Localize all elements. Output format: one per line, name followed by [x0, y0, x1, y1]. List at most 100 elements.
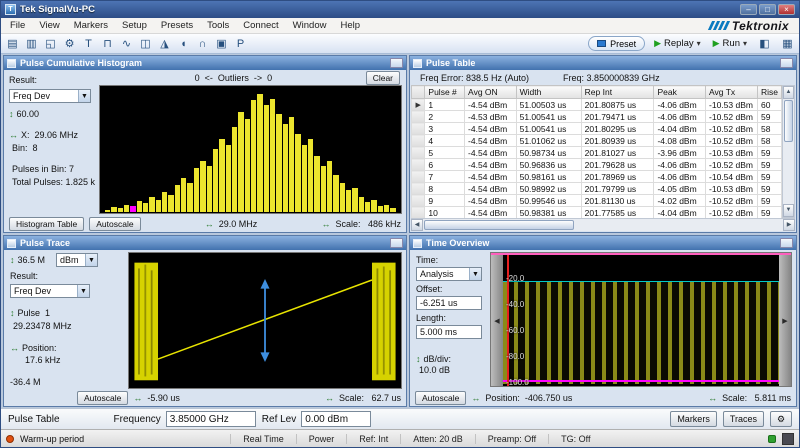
- offset-input[interactable]: -6.251 us: [416, 296, 482, 310]
- length-input[interactable]: 5.000 ms: [416, 325, 482, 339]
- menu-item-file[interactable]: File: [3, 20, 32, 31]
- replay-button[interactable]: ▶ Replay ▾: [651, 38, 704, 49]
- table-row[interactable]: 7-4.54 dBm50.98161 us201.78969 us-4.06 d…: [412, 171, 782, 183]
- trace-y-min-value[interactable]: -36.4 M: [10, 377, 125, 387]
- chevron-down-icon[interactable]: ▼: [78, 90, 90, 102]
- pan-handle-right[interactable]: ▶: [779, 255, 791, 386]
- histogram-plot[interactable]: [99, 85, 402, 214]
- table-row[interactable]: 5-4.54 dBm50.98734 us201.81027 us-3.96 d…: [412, 147, 782, 159]
- audio-icon[interactable]: ∩: [194, 36, 211, 52]
- open-icon[interactable]: ▤: [4, 36, 21, 52]
- histogram-table-button[interactable]: Histogram Table: [9, 217, 84, 231]
- waveform-icon[interactable]: ∿: [118, 36, 135, 52]
- vertical-scroll-track[interactable]: [783, 99, 794, 204]
- table-row[interactable]: 6-4.54 dBm50.96836 us201.79628 us-4.06 d…: [412, 159, 782, 171]
- title-bar[interactable]: T Tek SignalVu-PC – □ ×: [1, 1, 799, 18]
- save-icon[interactable]: ▥: [23, 36, 40, 52]
- time-overview-plot[interactable]: ◀ ▶ -20.0-40.0-60.0-80.0-100.0: [490, 252, 792, 387]
- pulse-selector[interactable]: ↕ Pulse 1: [10, 308, 125, 318]
- row-selector[interactable]: [412, 111, 425, 123]
- settings-gear-icon[interactable]: ⚙: [61, 36, 78, 52]
- trace-result-select[interactable]: Freq Dev ▼: [10, 284, 90, 298]
- time-select[interactable]: Analysis ▼: [416, 267, 482, 281]
- scroll-down-icon[interactable]: ▼: [783, 204, 794, 217]
- display-icon[interactable]: ◱: [42, 36, 59, 52]
- menu-item-setup[interactable]: Setup: [115, 20, 154, 31]
- minimize-button[interactable]: –: [740, 4, 757, 15]
- menu-item-tools[interactable]: Tools: [200, 20, 236, 31]
- table-row[interactable]: 8-4.54 dBm50.98992 us201.79799 us-4.05 d…: [412, 183, 782, 195]
- scroll-right-icon[interactable]: ▶: [783, 219, 795, 231]
- chevron-down-icon[interactable]: ▼: [469, 268, 481, 280]
- run-button[interactable]: ▶ Run ▾: [710, 38, 750, 49]
- row-selector[interactable]: [412, 207, 425, 219]
- horizontal-scroll-thumb[interactable]: [424, 220, 574, 230]
- histogram-minimize-button[interactable]: [390, 58, 403, 68]
- histogram-autoscale-button[interactable]: Autoscale: [89, 217, 140, 231]
- speaker-icon[interactable]: ◖: [175, 36, 192, 52]
- pulse-trace-plot[interactable]: [128, 252, 402, 389]
- menu-item-help[interactable]: Help: [333, 20, 367, 31]
- column-header-rep-int[interactable]: Rep Int: [581, 86, 654, 99]
- scroll-up-icon[interactable]: ▲: [783, 86, 794, 99]
- chevron-down-icon[interactable]: ▼: [85, 254, 97, 266]
- window-grid-icon[interactable]: ▦: [779, 36, 796, 52]
- table-row[interactable]: 10-4.54 dBm50.98381 us201.77585 us-4.04 …: [412, 207, 782, 219]
- ref-level-input[interactable]: 0.00 dBm: [301, 411, 371, 427]
- selected-display-label[interactable]: Pulse Table: [8, 414, 60, 425]
- p-marker-icon[interactable]: P: [232, 36, 249, 52]
- preset-button[interactable]: Preset: [588, 36, 645, 51]
- row-selector[interactable]: [412, 147, 425, 159]
- row-selector[interactable]: [412, 195, 425, 207]
- table-row[interactable]: 2-4.53 dBm51.00541 us201.79471 us-4.06 d…: [412, 111, 782, 123]
- trace-autoscale-button[interactable]: Autoscale: [77, 391, 128, 405]
- result-select[interactable]: Freq Dev ▼: [9, 89, 91, 103]
- table-row[interactable]: 4-4.54 dBm51.01062 us201.80939 us-4.08 d…: [412, 135, 782, 147]
- x-readout-adjuster[interactable]: ↔ X: 29.06 MHz: [9, 130, 97, 140]
- markers-button[interactable]: Markers: [670, 411, 717, 427]
- column-header-peak[interactable]: Peak: [654, 86, 706, 99]
- column-header-pulse-[interactable]: Pulse #: [425, 86, 465, 99]
- horizontal-scroll-track[interactable]: [423, 219, 783, 231]
- trigger-icon[interactable]: T: [80, 36, 97, 52]
- spectrum-icon[interactable]: ◮: [156, 36, 173, 52]
- dbdiv-adjuster[interactable]: ↕ dB/div:: [416, 354, 487, 364]
- column-header-avg-tx[interactable]: Avg Tx: [706, 86, 758, 99]
- frequency-input[interactable]: 3.85000 GHz: [166, 411, 256, 427]
- resize-grip[interactable]: [782, 433, 794, 445]
- trace-y-max-value[interactable]: 36.5 M: [18, 255, 46, 265]
- table-row[interactable]: 9-4.54 dBm50.99546 us201.81130 us-4.02 d…: [412, 195, 782, 207]
- pulse-table-titlebar[interactable]: Pulse Table: [410, 56, 796, 70]
- menu-item-presets[interactable]: Presets: [154, 20, 200, 31]
- column-header-avg-on[interactable]: Avg ON: [465, 86, 517, 99]
- row-selector[interactable]: [412, 135, 425, 147]
- row-selector[interactable]: [412, 183, 425, 195]
- row-selector[interactable]: [412, 171, 425, 183]
- column-header-width[interactable]: Width: [516, 86, 581, 99]
- overview-autoscale-button[interactable]: Autoscale: [415, 391, 466, 405]
- y-max-adjuster[interactable]: ↕ 60.00: [9, 109, 97, 119]
- pulse-table-minimize-button[interactable]: [780, 58, 793, 68]
- time-overview-minimize-button[interactable]: [780, 238, 793, 248]
- units-select[interactable]: dBm ▼: [56, 253, 98, 267]
- vertical-scroll-thumb[interactable]: [784, 100, 793, 142]
- picture-icon[interactable]: ▣: [213, 36, 230, 52]
- row-selector[interactable]: [412, 159, 425, 171]
- row-selector[interactable]: [412, 123, 425, 135]
- time-overview-titlebar[interactable]: Time Overview: [410, 236, 796, 250]
- pulse-trace-minimize-button[interactable]: [390, 238, 403, 248]
- menu-item-markers[interactable]: Markers: [67, 20, 115, 31]
- vertical-scrollbar[interactable]: ▲ ▼: [782, 85, 795, 218]
- pulse-measurement-icon[interactable]: ⊓: [99, 36, 116, 52]
- chevron-down-icon[interactable]: ▼: [77, 285, 89, 297]
- clear-button[interactable]: Clear: [366, 71, 400, 85]
- menu-item-window[interactable]: Window: [286, 20, 334, 31]
- horizontal-scrollbar[interactable]: ◀ ▶: [411, 218, 795, 231]
- menu-item-connect[interactable]: Connect: [236, 20, 285, 31]
- traces-button[interactable]: Traces: [723, 411, 764, 427]
- table-row[interactable]: 3-4.54 dBm51.00541 us201.80295 us-4.04 d…: [412, 123, 782, 135]
- position-adjuster[interactable]: ↔ Position:: [10, 343, 125, 353]
- column-header-rise[interactable]: Rise: [757, 86, 781, 99]
- pulse-trace-titlebar[interactable]: Pulse Trace: [4, 236, 406, 250]
- histogram-panel-titlebar[interactable]: Pulse Cumulative Histogram: [4, 56, 406, 70]
